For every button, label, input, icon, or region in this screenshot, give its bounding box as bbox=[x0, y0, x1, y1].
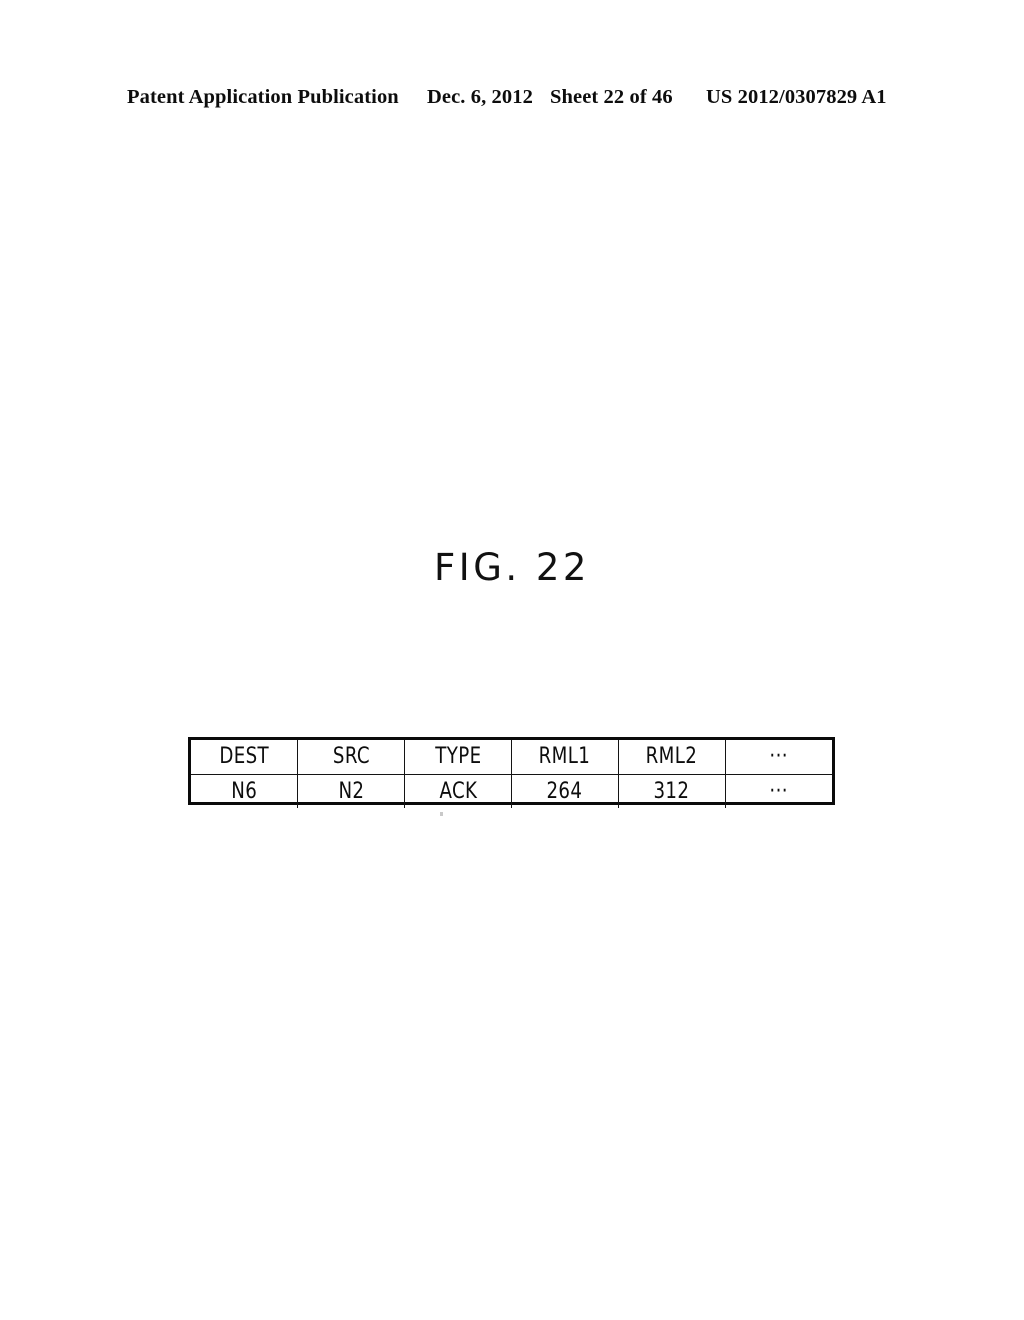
table-cell-rml1-value: 264 bbox=[515, 774, 615, 808]
table-cell-src-value: N2 bbox=[301, 774, 401, 808]
header-patent-number: US 2012/0307829 A1 bbox=[706, 86, 887, 108]
figure-title: FIG. 22 bbox=[434, 546, 590, 589]
table-row: N6 N2 ACK 264 312 ··· bbox=[191, 774, 832, 808]
table-cell-rml2-value: 312 bbox=[622, 774, 722, 808]
table-header-cell-src: SRC bbox=[301, 740, 401, 775]
table-header-cell-ellipsis: ··· bbox=[728, 740, 828, 775]
table-header-cell-rml2: RML2 bbox=[622, 740, 722, 775]
header-publication-date: Dec. 6, 2012 bbox=[427, 86, 533, 108]
table-header-cell-dest: DEST bbox=[195, 740, 295, 775]
header-publication-label: Patent Application Publication bbox=[127, 86, 399, 108]
table-header-cell-type: TYPE bbox=[408, 740, 508, 775]
table-header-cell-rml1: RML1 bbox=[515, 740, 615, 775]
packet-table: DEST SRC TYPE RML1 RML2 ··· N6 N2 ACK 26… bbox=[191, 740, 832, 808]
table-header-row: DEST SRC TYPE RML1 RML2 ··· bbox=[191, 740, 832, 775]
page-header: Patent Application Publication Dec. 6, 2… bbox=[0, 84, 1024, 114]
table-cell-ellipsis-value: ··· bbox=[728, 774, 828, 808]
table-cell-dest-value: N6 bbox=[195, 774, 295, 808]
scan-artifact-speck bbox=[440, 812, 443, 816]
table-cell-type-value: ACK bbox=[408, 774, 508, 808]
packet-format-table: DEST SRC TYPE RML1 RML2 ··· N6 N2 ACK 26… bbox=[188, 737, 835, 808]
header-sheet-number: Sheet 22 of 46 bbox=[550, 86, 673, 108]
